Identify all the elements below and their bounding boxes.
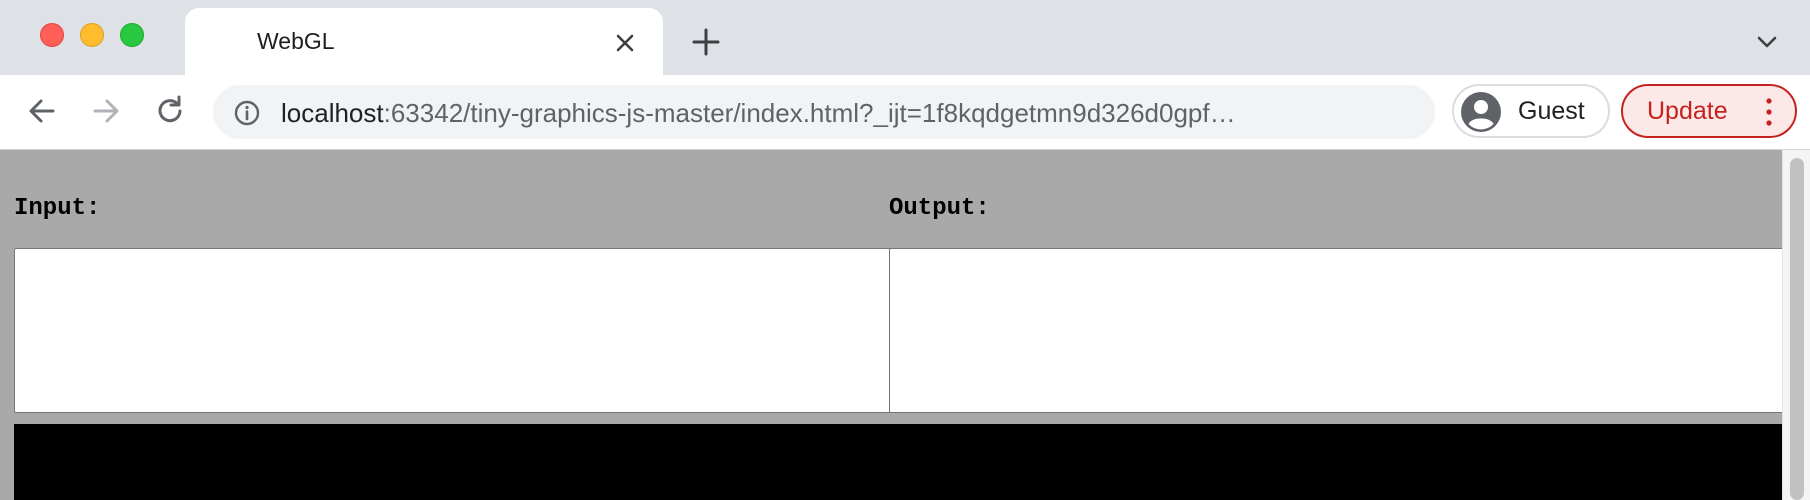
url-host: localhost bbox=[281, 98, 384, 128]
input-label: Input: bbox=[14, 195, 101, 222]
profile-button[interactable]: Guest bbox=[1452, 84, 1610, 138]
forward-arrow-icon[interactable] bbox=[86, 91, 126, 131]
browser-tab[interactable]: WebGL bbox=[185, 8, 663, 75]
update-button[interactable]: Update bbox=[1621, 84, 1797, 138]
tab-strip: WebGL bbox=[0, 0, 1810, 75]
window-maximize-button[interactable] bbox=[120, 23, 144, 47]
avatar-icon bbox=[1461, 92, 1501, 132]
tab-title: WebGL bbox=[257, 28, 335, 54]
window-minimize-button[interactable] bbox=[80, 23, 104, 47]
update-label: Update bbox=[1647, 97, 1728, 125]
close-icon[interactable] bbox=[610, 28, 640, 58]
address-bar[interactable]: localhost:63342/tiny-graphics-js-master/… bbox=[213, 85, 1435, 139]
url-text[interactable]: localhost:63342/tiny-graphics-js-master/… bbox=[281, 98, 1236, 129]
input-textarea[interactable] bbox=[14, 248, 892, 413]
output-label: Output: bbox=[889, 195, 990, 222]
webgl-canvas[interactable] bbox=[14, 424, 1782, 500]
window-close-button[interactable] bbox=[40, 23, 64, 47]
page-scrollbar[interactable] bbox=[1782, 150, 1810, 500]
url-path: :63342/tiny-graphics-js-master/index.htm… bbox=[383, 98, 1236, 128]
info-icon[interactable] bbox=[233, 99, 261, 127]
page-viewport: Input: Output: bbox=[0, 150, 1782, 500]
output-textarea[interactable] bbox=[889, 248, 1782, 413]
profile-label: Guest bbox=[1518, 97, 1585, 125]
reload-icon[interactable] bbox=[150, 91, 190, 131]
scrollbar-thumb[interactable] bbox=[1790, 158, 1804, 500]
back-arrow-icon[interactable] bbox=[22, 91, 62, 131]
plus-icon[interactable] bbox=[688, 24, 724, 60]
more-vert-icon[interactable] bbox=[1763, 97, 1775, 127]
browser-toolbar: localhost:63342/tiny-graphics-js-master/… bbox=[0, 75, 1810, 150]
chevron-down-icon[interactable] bbox=[1750, 28, 1784, 56]
